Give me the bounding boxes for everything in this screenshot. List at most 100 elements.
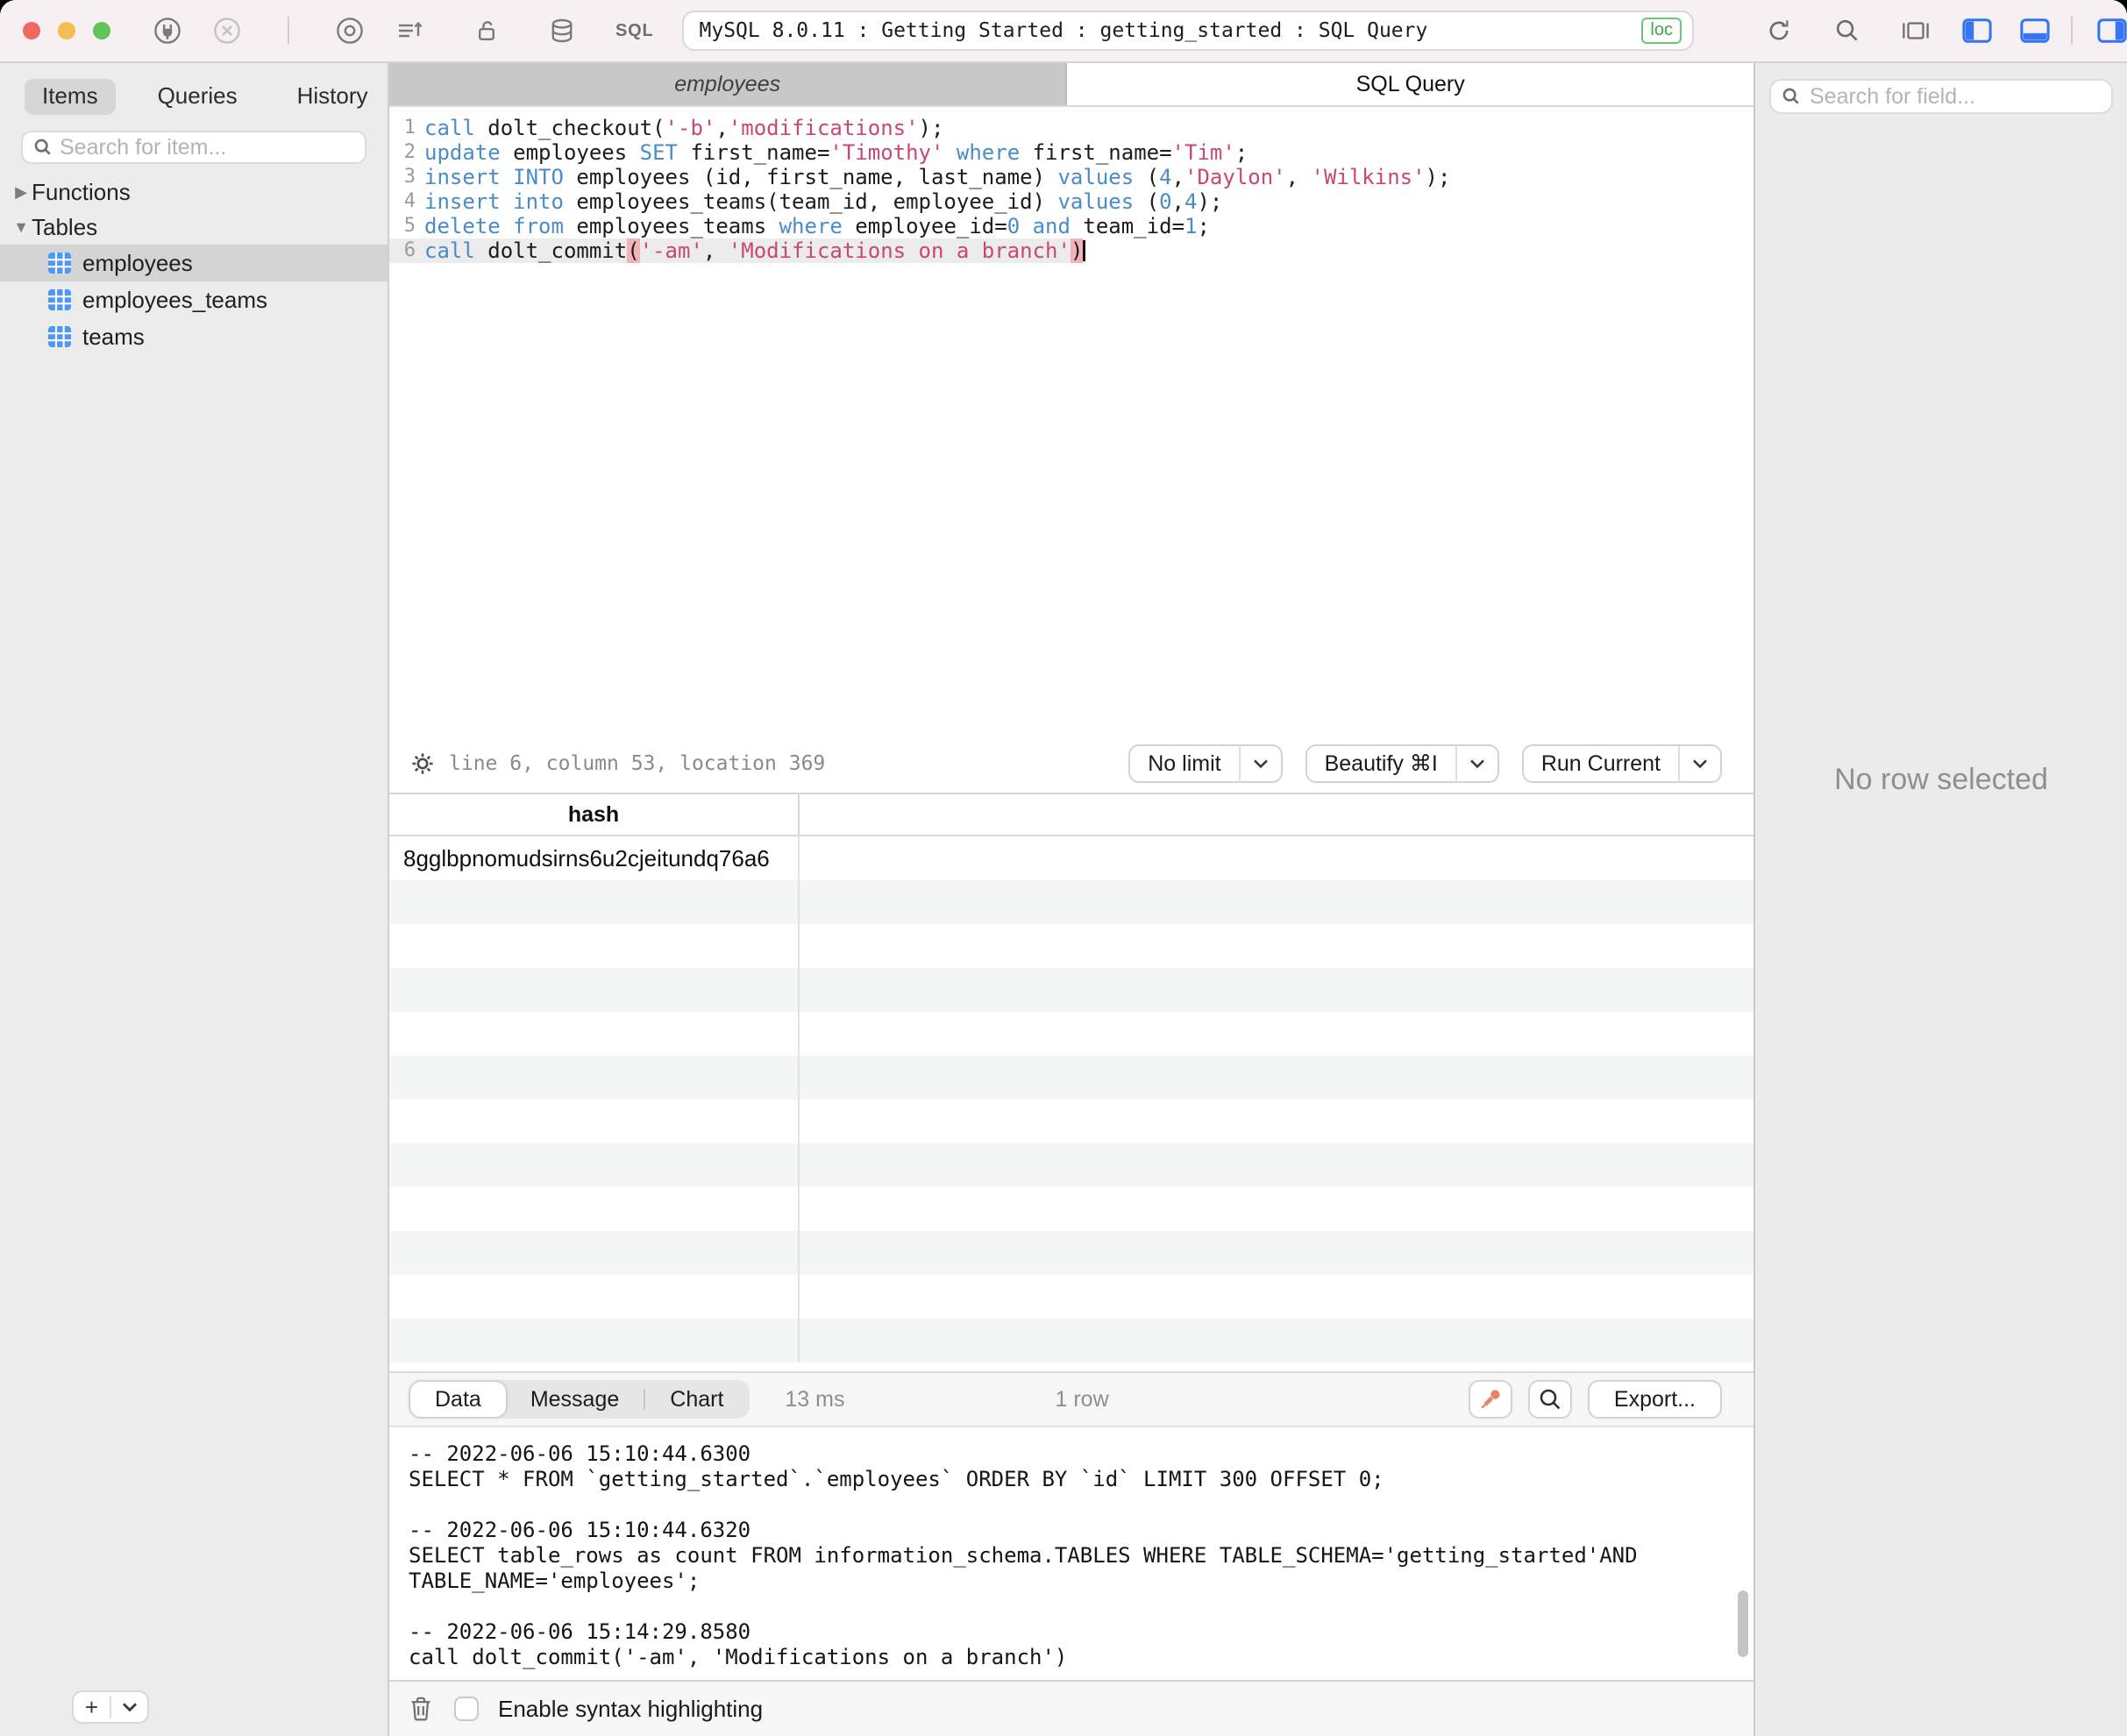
no-limit-button[interactable]: No limit	[1128, 744, 1283, 783]
hash-cell[interactable]	[389, 1143, 800, 1187]
connection-title-field[interactable]: MySQL 8.0.11 : Getting Started : getting…	[681, 11, 1694, 51]
empty-row[interactable]	[389, 1187, 1754, 1231]
chevron-down-icon[interactable]: ▼	[0, 218, 32, 237]
search-icon[interactable]	[1832, 16, 1862, 46]
tab-message[interactable]: Message	[506, 1382, 644, 1417]
table-icon	[48, 253, 71, 274]
sidebar-item-teams[interactable]: teams	[0, 318, 388, 355]
chevron-down-icon[interactable]	[1241, 758, 1281, 769]
empty-row[interactable]	[389, 1012, 1754, 1056]
console-line: SELECT * FROM `getting_started`.`employe…	[409, 1467, 1384, 1491]
column-header-hash[interactable]: hash	[389, 794, 800, 835]
empty-row[interactable]	[389, 1099, 1754, 1143]
console-scrollbar-thumb[interactable]	[1738, 1590, 1748, 1657]
result-row[interactable]: 8gglbpnomudsirns6u2cjeitundq76a6	[389, 836, 1754, 880]
hash-cell[interactable]	[389, 1319, 800, 1362]
minimize-window-button[interactable]	[58, 22, 75, 39]
search-results-button[interactable]	[1527, 1380, 1572, 1419]
empty-row[interactable]	[389, 1319, 1754, 1362]
results-grid[interactable]: 8gglbpnomudsirns6u2cjeitundq76a6	[389, 836, 1754, 1371]
traffic-lights	[0, 22, 110, 39]
add-item-button[interactable]: +	[74, 1694, 110, 1721]
close-window-button[interactable]	[23, 22, 40, 39]
sidebar-item-employees[interactable]: employees	[0, 245, 388, 281]
code-line[interactable]: 1 call dolt_checkout('-b','modifications'…	[389, 116, 1754, 140]
hash-cell[interactable]	[389, 1275, 800, 1319]
log-export-icon[interactable]	[395, 16, 424, 46]
hash-cell[interactable]	[389, 880, 800, 924]
chevron-down-icon[interactable]	[1457, 758, 1497, 769]
sidebar-tab-queries[interactable]: Queries	[140, 79, 255, 115]
beautify-button[interactable]: Beautify ⌘I	[1305, 744, 1499, 783]
tab-employees[interactable]: employees	[389, 63, 1068, 105]
sidebar: Items Queries History Search for item...…	[0, 63, 389, 1736]
run-current-button[interactable]: Run Current	[1521, 744, 1722, 783]
chevron-right-icon[interactable]: ▶	[0, 183, 32, 202]
zoom-window-button[interactable]	[93, 22, 110, 39]
table-list: employees employees_teams teams	[0, 245, 388, 355]
sidebar-item-employees_teams[interactable]: employees_teams	[0, 281, 388, 318]
empty-row[interactable]	[389, 1231, 1754, 1275]
cancel-query-icon[interactable]	[212, 16, 242, 46]
code-line[interactable]: 4 insert into employees_teams(team_id, em…	[389, 189, 1754, 214]
field-search-placeholder: Search for field...	[1810, 83, 1975, 109]
sidebar-tab-items[interactable]: Items	[25, 79, 116, 115]
database-icon[interactable]	[547, 16, 577, 46]
query-console[interactable]: -- 2022-06-06 15:10:44.6300 SELECT * FROM…	[389, 1426, 1754, 1682]
main-pane: employees SQL Query 1 call dolt_checkout(…	[389, 63, 1754, 1736]
console-line: SELECT table_rows as count FROM informat…	[409, 1543, 1638, 1568]
hash-cell[interactable]	[389, 1099, 800, 1143]
empty-row[interactable]	[389, 924, 1754, 968]
code-line[interactable]: 2 update employees SET first_name='Timoth…	[389, 140, 1754, 165]
table-icon	[48, 289, 71, 310]
clear-console-trash-icon[interactable]	[407, 1694, 435, 1724]
gear-icon[interactable]	[410, 751, 435, 776]
add-item-split-button[interactable]: +	[72, 1690, 149, 1724]
sidebar-group-tables[interactable]: ▼ Tables	[0, 210, 388, 245]
refresh-icon[interactable]	[1764, 16, 1794, 46]
empty-row[interactable]	[389, 1056, 1754, 1099]
toggle-left-panel-icon[interactable]	[1962, 16, 1992, 46]
sidebar-tab-bar: Items Queries History	[0, 63, 388, 115]
tab-data[interactable]: Data	[410, 1382, 506, 1417]
add-item-menu-button[interactable]	[111, 1702, 147, 1712]
code-line[interactable]: 5 delete from employees_teams where emplo…	[389, 214, 1754, 238]
export-button[interactable]: Export...	[1587, 1380, 1722, 1419]
pin-results-button[interactable]	[1468, 1380, 1512, 1419]
sidebar-tab-history[interactable]: History	[280, 79, 386, 115]
console-log: -- 2022-06-06 15:10:44.6300 SELECT * FROM…	[409, 1441, 1729, 1670]
results-toolbar: Data Message Chart 13 ms 1 row Export...	[389, 1371, 1754, 1426]
connection-plug-icon[interactable]	[153, 16, 182, 46]
hash-cell[interactable]	[389, 924, 800, 968]
lock-icon[interactable]	[472, 16, 502, 46]
item-search-input[interactable]: Search for item...	[21, 131, 366, 164]
toggle-right-panel-icon[interactable]	[2097, 16, 2127, 46]
sql-editor[interactable]: 1 call dolt_checkout('-b','modifications'…	[389, 107, 1754, 735]
line-number: 3	[403, 166, 416, 188]
hash-cell[interactable]	[389, 1012, 800, 1056]
empty-row[interactable]	[389, 968, 1754, 1012]
search-icon	[34, 139, 51, 155]
chevron-down-icon[interactable]	[1680, 758, 1720, 769]
code-line[interactable]: 3 insert INTO employees (id, first_name, …	[389, 165, 1754, 189]
hash-cell[interactable]	[389, 1187, 800, 1231]
empty-row[interactable]	[389, 880, 1754, 924]
field-search-input[interactable]: Search for field...	[1769, 79, 2113, 114]
empty-row[interactable]	[389, 1143, 1754, 1187]
toggle-bottom-panel-icon[interactable]	[2020, 16, 2050, 46]
hash-cell[interactable]	[389, 1056, 800, 1099]
hash-cell[interactable]: 8gglbpnomudsirns6u2cjeitundq76a6	[389, 836, 800, 880]
sidebar-group-functions[interactable]: ▶ Functions	[0, 174, 388, 210]
console-watch-icon[interactable]	[335, 16, 365, 46]
tab-sql-query[interactable]: SQL Query	[1067, 63, 1754, 105]
hash-cell[interactable]	[389, 1231, 800, 1275]
toolbar-divider	[2071, 17, 2073, 45]
sql-toolbar-label: SQL	[615, 20, 654, 40]
syntax-highlighting-checkbox[interactable]	[454, 1697, 479, 1721]
hash-cell[interactable]	[389, 968, 800, 1012]
window-panels-icon[interactable]	[1901, 16, 1931, 46]
code-line[interactable]: 6 call dolt_commit('-am', 'Modifications …	[389, 238, 1754, 263]
table-label: employees	[82, 249, 193, 276]
empty-row[interactable]	[389, 1275, 1754, 1319]
tab-chart[interactable]: Chart	[645, 1382, 748, 1417]
